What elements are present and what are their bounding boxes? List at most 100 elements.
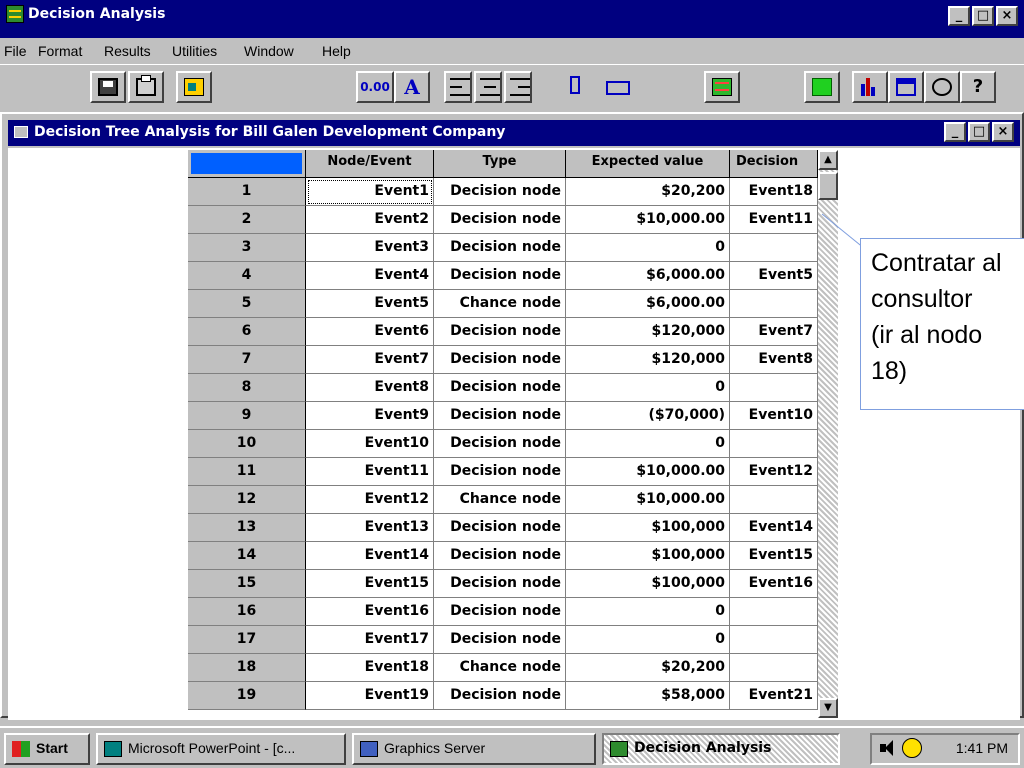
node-event-cell[interactable]: Event19 xyxy=(306,682,434,710)
bar-chart-button[interactable] xyxy=(852,71,888,103)
decision-cell[interactable]: Event10 xyxy=(730,402,818,430)
node-event-cell[interactable]: Event13 xyxy=(306,514,434,542)
column-width-button[interactable] xyxy=(600,71,636,103)
row-header[interactable]: 18 xyxy=(188,654,306,682)
node-event-cell[interactable]: Event10 xyxy=(306,430,434,458)
type-cell[interactable]: Chance node xyxy=(434,486,566,514)
table-row[interactable]: 13 Event13 Decision node $100,000 Event14 xyxy=(188,514,818,542)
menu-results[interactable]: Results xyxy=(104,43,151,59)
decision-cell[interactable] xyxy=(730,654,818,682)
table-row[interactable]: 3 Event3 Decision node 0 xyxy=(188,234,818,262)
node-event-cell[interactable]: Event15 xyxy=(306,570,434,598)
expected-value-cell[interactable]: $20,200 xyxy=(566,178,730,206)
type-cell[interactable]: Chance node xyxy=(434,290,566,318)
save-button[interactable] xyxy=(90,71,126,103)
table-row[interactable]: 15 Event15 Decision node $100,000 Event16 xyxy=(188,570,818,598)
row-header[interactable]: 2 xyxy=(188,206,306,234)
decision-cell[interactable] xyxy=(730,598,818,626)
table-row[interactable]: 7 Event7 Decision node $120,000 Event8 xyxy=(188,346,818,374)
table-row[interactable]: 14 Event14 Decision node $100,000 Event15 xyxy=(188,542,818,570)
table-row[interactable]: 16 Event16 Decision node 0 xyxy=(188,598,818,626)
decision-cell[interactable]: Event16 xyxy=(730,570,818,598)
table-row[interactable]: 1 Event1 Decision node $20,200 Event18 xyxy=(188,178,818,206)
row-header[interactable]: 6 xyxy=(188,318,306,346)
align-left-button[interactable] xyxy=(444,71,472,103)
child-minimize-button[interactable]: _ xyxy=(944,122,966,142)
node-event-cell[interactable]: Event7 xyxy=(306,346,434,374)
clock[interactable]: 1:41 PM xyxy=(956,740,1008,756)
type-cell[interactable]: Decision node xyxy=(434,234,566,262)
decision-cell[interactable]: Event14 xyxy=(730,514,818,542)
menu-format[interactable]: Format xyxy=(38,43,82,59)
table-row[interactable]: 10 Event10 Decision node 0 xyxy=(188,430,818,458)
decision-cell[interactable] xyxy=(730,430,818,458)
table-row[interactable]: 4 Event4 Decision node $6,000.00 Event5 xyxy=(188,262,818,290)
corner-cell[interactable] xyxy=(188,150,306,178)
app-title-bar[interactable]: Decision Analysis _ □ × xyxy=(0,0,1024,38)
row-header[interactable]: 14 xyxy=(188,542,306,570)
expected-value-cell[interactable]: 0 xyxy=(566,234,730,262)
minimize-button[interactable]: _ xyxy=(948,6,970,26)
column-header-type[interactable]: Type xyxy=(434,150,566,178)
exit-button[interactable] xyxy=(176,71,212,103)
child-close-button[interactable]: × xyxy=(992,122,1014,142)
expected-value-cell[interactable]: $6,000.00 xyxy=(566,262,730,290)
type-cell[interactable]: Decision node xyxy=(434,318,566,346)
table-row[interactable]: 5 Event5 Chance node $6,000.00 xyxy=(188,290,818,318)
type-cell[interactable]: Decision node xyxy=(434,514,566,542)
type-cell[interactable]: Decision node xyxy=(434,682,566,710)
column-header-node-event[interactable]: Node/Event xyxy=(306,150,434,178)
grid-view-button[interactable] xyxy=(804,71,840,103)
type-cell[interactable]: Decision node xyxy=(434,346,566,374)
type-cell[interactable]: Decision node xyxy=(434,430,566,458)
decision-cell[interactable] xyxy=(730,626,818,654)
type-cell[interactable]: Decision node xyxy=(434,374,566,402)
menu-file[interactable]: File xyxy=(4,43,27,59)
node-event-cell[interactable]: Event11 xyxy=(306,458,434,486)
row-header[interactable]: 4 xyxy=(188,262,306,290)
row-header[interactable]: 11 xyxy=(188,458,306,486)
table-row[interactable]: 18 Event18 Chance node $20,200 xyxy=(188,654,818,682)
decision-cell[interactable]: Event12 xyxy=(730,458,818,486)
type-cell[interactable]: Chance node xyxy=(434,654,566,682)
menu-utilities[interactable]: Utilities xyxy=(172,43,217,59)
node-event-cell[interactable]: Event6 xyxy=(306,318,434,346)
row-header[interactable]: 9 xyxy=(188,402,306,430)
font-button[interactable]: A xyxy=(394,71,430,103)
expected-value-cell[interactable]: $58,000 xyxy=(566,682,730,710)
expected-value-cell[interactable]: 0 xyxy=(566,430,730,458)
expected-value-cell[interactable]: $10,000.00 xyxy=(566,486,730,514)
type-cell[interactable]: Decision node xyxy=(434,206,566,234)
smiley-icon[interactable] xyxy=(902,738,922,758)
scroll-down-button[interactable]: ▼ xyxy=(818,698,838,718)
expected-value-cell[interactable]: $120,000 xyxy=(566,318,730,346)
expected-value-cell[interactable]: $100,000 xyxy=(566,514,730,542)
row-height-button[interactable] xyxy=(564,71,596,103)
decision-cell[interactable]: Event15 xyxy=(730,542,818,570)
decision-cell[interactable] xyxy=(730,374,818,402)
type-cell[interactable]: Decision node xyxy=(434,598,566,626)
expected-value-cell[interactable]: $100,000 xyxy=(566,570,730,598)
node-event-cell[interactable]: Event9 xyxy=(306,402,434,430)
print-button[interactable] xyxy=(128,71,164,103)
expected-value-cell[interactable]: $10,000.00 xyxy=(566,206,730,234)
menu-help[interactable]: Help xyxy=(322,43,351,59)
row-header[interactable]: 7 xyxy=(188,346,306,374)
decision-cell[interactable]: Event7 xyxy=(730,318,818,346)
row-header[interactable]: 15 xyxy=(188,570,306,598)
type-cell[interactable]: Decision node xyxy=(434,402,566,430)
node-event-cell[interactable]: Event4 xyxy=(306,262,434,290)
node-event-cell[interactable]: Event16 xyxy=(306,598,434,626)
type-cell[interactable]: Decision node xyxy=(434,570,566,598)
row-header[interactable]: 3 xyxy=(188,234,306,262)
menu-window[interactable]: Window xyxy=(244,43,294,59)
clock-button[interactable] xyxy=(924,71,960,103)
expected-value-cell[interactable]: $100,000 xyxy=(566,542,730,570)
node-event-cell[interactable]: Event1 xyxy=(306,178,434,206)
decision-cell[interactable] xyxy=(730,234,818,262)
column-header-decision[interactable]: Decision xyxy=(730,150,818,178)
decision-analysis-app-icon[interactable] xyxy=(6,5,24,23)
decision-cell[interactable] xyxy=(730,290,818,318)
table-row[interactable]: 9 Event9 Decision node ($70,000) Event10 xyxy=(188,402,818,430)
expected-value-cell[interactable]: 0 xyxy=(566,598,730,626)
